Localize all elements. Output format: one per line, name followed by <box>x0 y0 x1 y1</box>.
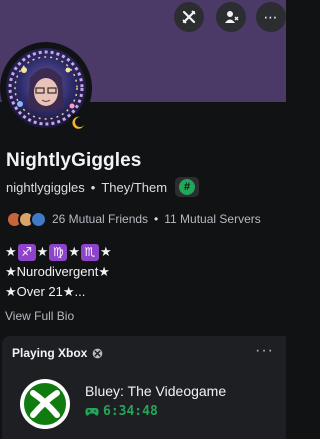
scorpio-icon: ♏ <box>80 243 99 261</box>
game-title: Bluey: The Videogame <box>85 383 227 399</box>
separator-dot: • <box>90 179 96 195</box>
toggle-activity-button[interactable] <box>174 2 204 32</box>
add-friend-button[interactable] <box>216 2 246 32</box>
activity-card: Playing Xbox ··· Bluey: The Videogame 6:… <box>2 336 286 439</box>
view-full-bio-link[interactable]: View Full Bio <box>5 309 74 323</box>
user-add-icon <box>225 11 239 23</box>
mutuals-row: 26 Mutual Friends • 11 Mutual Servers <box>6 210 261 228</box>
elapsed-time: 6:34:48 <box>85 404 158 419</box>
more-options-icon: ⋯ <box>263 8 279 25</box>
swords-crossed-icon <box>182 10 196 24</box>
username[interactable]: nightlygiggles <box>6 180 85 195</box>
mutual-avatars[interactable] <box>6 210 47 228</box>
sagittarius-icon: ♐ <box>17 243 36 261</box>
star-glyph: ★ <box>99 244 112 259</box>
more-options-button[interactable]: ⋯ <box>256 2 286 32</box>
mutual-servers-link[interactable]: 11 Mutual Servers <box>164 212 261 226</box>
bio-line-zodiac: ★ ♐ ★ ♍ ★ ♏ ★ <box>5 242 112 262</box>
star-glyph: ★ <box>68 244 80 259</box>
display-name: NightlyGiggles <box>6 150 142 171</box>
xbox-icon <box>93 348 103 358</box>
activity-header-label: Playing Xbox <box>12 346 88 360</box>
star-glyph: ★ <box>36 244 49 259</box>
username-row: nightlygiggles • They/Them # <box>6 177 200 197</box>
activity-header: Playing Xbox <box>12 346 103 360</box>
bio-line: ★Over 21★... <box>5 284 86 299</box>
elapsed-time-value: 6:34:48 <box>103 404 158 419</box>
activity-more-button[interactable]: ··· <box>255 342 274 360</box>
virgo-icon: ♍ <box>49 243 68 261</box>
bio-line: ★Nurodivergent★ <box>5 264 110 279</box>
gamepad-icon <box>85 407 99 416</box>
pronouns: They/Them <box>101 179 168 195</box>
mutual-friends-link[interactable]: 26 Mutual Friends <box>52 212 148 226</box>
star-glyph: ★ <box>5 244 17 259</box>
profile-badge[interactable]: # <box>175 177 200 197</box>
status-indicator <box>68 113 88 133</box>
hash-badge-icon: # <box>179 179 196 195</box>
avatar <box>30 210 47 228</box>
game-icon <box>20 379 70 429</box>
separator-dot: • <box>154 212 159 226</box>
moon-icon <box>72 116 84 129</box>
bio: ★ ♐ ★ ♍ ★ ♏ ★ ★Nurodivergent★ ★Over 21★.… <box>5 242 112 302</box>
